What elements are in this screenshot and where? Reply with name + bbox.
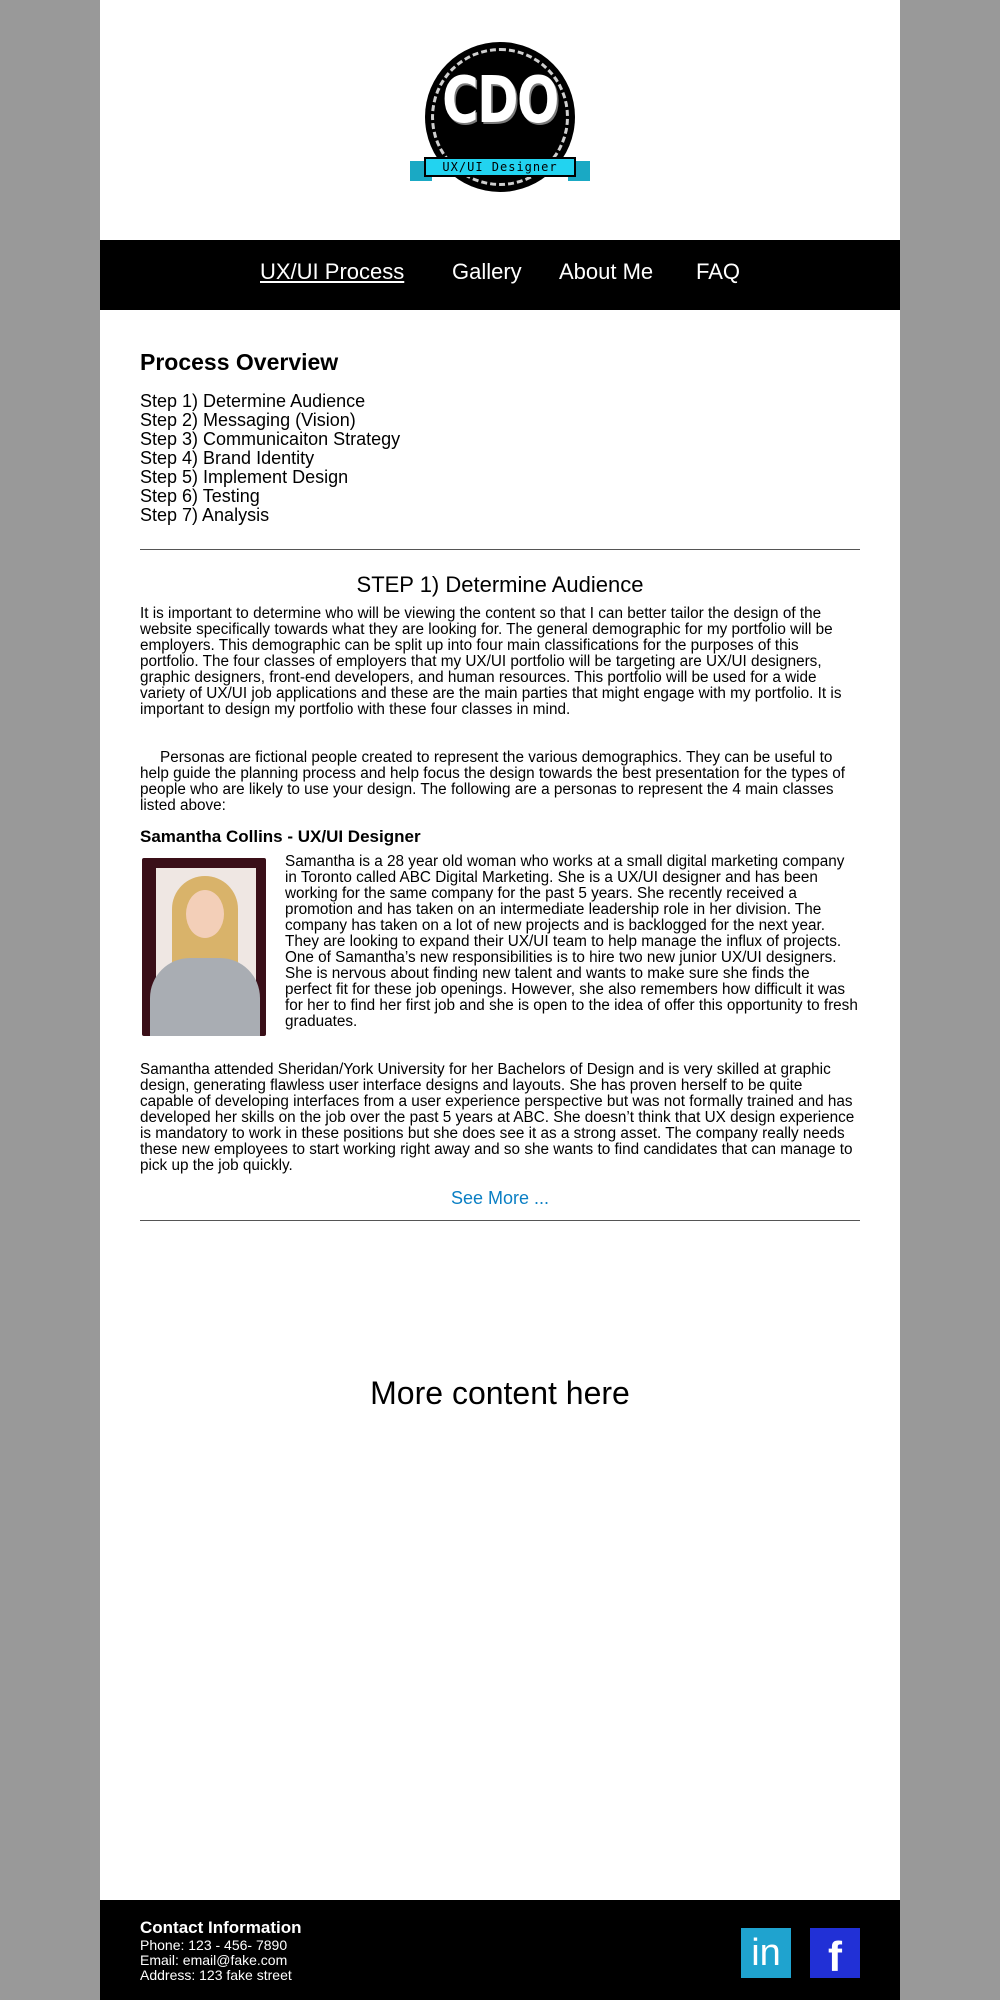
step-item: Step 5) Implement Design <box>140 467 349 487</box>
persona-name: Samantha Collins - UX/UI Designer <box>140 827 421 846</box>
photo-face <box>186 890 224 938</box>
logo-ribbon: UX/UI Designer <box>410 157 590 183</box>
nav-ux-ui-process[interactable]: UX/UI Process <box>260 259 404 285</box>
main-nav: UX/UI Process Gallery About Me FAQ <box>100 240 900 310</box>
persona-photo <box>142 858 266 1036</box>
contact-phone: Phone: 123 - 456- 7890 <box>140 1937 288 1953</box>
contact-title: Contact Information <box>140 1918 302 1937</box>
page: CDO UX/UI Designer UX/UI Process Gallery… <box>100 0 900 2000</box>
logo-text: CDO <box>442 64 559 138</box>
step-item: Step 2) Messaging (Vision) <box>140 410 356 430</box>
facebook-icon[interactable]: f <box>810 1928 860 1980</box>
contact-email: Email: email@fake.com <box>140 1952 288 1968</box>
nav-gallery[interactable]: Gallery <box>452 259 522 285</box>
step-item: Step 6) Testing <box>140 486 260 506</box>
see-more-link[interactable]: See More ... <box>140 1188 860 1209</box>
logo-ribbon-label: UX/UI Designer <box>424 157 576 177</box>
step-item: Step 4) Brand Identity <box>140 448 315 468</box>
divider <box>140 1220 860 1221</box>
contact-address: Address: 123 fake street <box>140 1967 292 1983</box>
contact-info: Contact Information Phone: 123 - 456- 78… <box>140 1918 302 1983</box>
step1-paragraph-2: Personas are fictional people created to… <box>140 749 845 814</box>
nav-about-me[interactable]: About Me <box>559 259 653 285</box>
more-content-placeholder: More content here <box>370 1375 630 1411</box>
divider <box>140 549 860 550</box>
process-steps-list: Step 1) Determine Audience Step 2) Messa… <box>140 392 400 525</box>
header: CDO UX/UI Designer <box>100 0 900 240</box>
persona-bio: Samantha is a 28 year old woman who work… <box>285 853 858 1030</box>
step-item: Step 1) Determine Audience <box>140 391 366 411</box>
process-overview-title: Process Overview <box>140 349 339 375</box>
linkedin-icon[interactable]: in <box>741 1928 791 1978</box>
persona-bio-2: Samantha attended Sheridan/York Universi… <box>140 1061 855 1174</box>
step-item: Step 3) Communicaiton Strategy <box>140 429 401 449</box>
nav-faq[interactable]: FAQ <box>696 259 740 285</box>
step1-title: STEP 1) Determine Audience <box>356 572 644 597</box>
photo-body <box>150 958 260 1036</box>
step-item: Step 7) Analysis <box>140 505 270 525</box>
step1-paragraph-1: It is important to determine who will be… <box>140 605 842 718</box>
footer: Contact Information Phone: 123 - 456- 78… <box>100 1900 900 2000</box>
